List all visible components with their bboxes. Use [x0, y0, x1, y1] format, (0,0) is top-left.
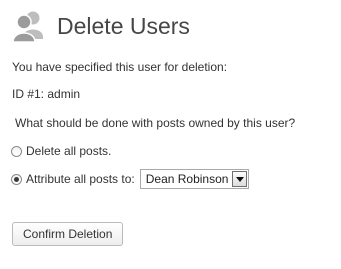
reassign-posts-label: Attribute all posts to: — [26, 172, 135, 186]
chevron-down-icon[interactable] — [232, 171, 248, 187]
page-header: Delete Users — [11, 9, 190, 43]
delete-posts-option[interactable]: Delete all posts. — [11, 144, 111, 158]
posts-question: What should be done with posts owned by … — [15, 116, 296, 130]
user-to-delete: ID #1: admin — [12, 87, 81, 101]
reassign-posts-option[interactable]: Attribute all posts to: Dean Robinson — [11, 168, 250, 190]
users-icon — [12, 11, 43, 43]
reassign-posts-radio[interactable] — [11, 173, 22, 185]
delete-posts-label: Delete all posts. — [26, 144, 112, 158]
reassign-user-selected: Dean Robinson — [145, 172, 229, 186]
reassign-user-select[interactable]: Dean Robinson — [139, 169, 250, 189]
confirm-deletion-button[interactable]: Confirm Deletion — [12, 222, 124, 246]
intro-text: You have specified this user for deletio… — [12, 60, 228, 74]
page-title: Delete Users — [57, 13, 190, 39]
delete-posts-radio[interactable] — [11, 145, 22, 157]
